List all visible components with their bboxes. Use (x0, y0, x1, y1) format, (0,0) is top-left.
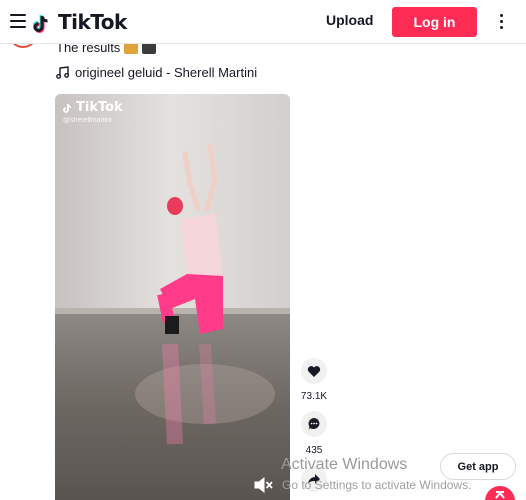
watermark-user: @sherellmartini (63, 117, 112, 124)
comment-count: 435 (305, 445, 323, 456)
like-count: 73.1K (300, 391, 328, 402)
menu-icon[interactable] (10, 14, 26, 28)
watermark-title: TikTok (76, 100, 123, 115)
activate-windows-subtitle: Go to Settings to activate Windows. (282, 478, 472, 492)
get-app-button[interactable]: Get app (440, 453, 516, 480)
tiktok-note-icon (33, 15, 48, 33)
scroll-to-top-button[interactable] (485, 486, 515, 500)
activate-windows-title: Activate Windows (281, 456, 408, 473)
sound-label: origineel geluid - Sherell Martini (75, 65, 258, 80)
upload-button[interactable]: Upload (326, 12, 373, 28)
like-button[interactable] (301, 358, 327, 384)
arrow-up-icon (495, 491, 505, 499)
heart-icon (307, 365, 321, 377)
video-player[interactable]: TikTok @sherellmartini (55, 94, 290, 500)
more-vertical-icon[interactable] (500, 14, 504, 30)
tiktok-logo[interactable]: TikTok (33, 10, 127, 34)
video-frame (55, 94, 290, 500)
logo-text: TikTok (58, 10, 127, 34)
login-button[interactable]: Log in (392, 7, 477, 37)
video-watermark: TikTok @sherellmartini (63, 100, 123, 124)
mute-icon[interactable] (253, 476, 273, 494)
comment-icon (308, 418, 320, 430)
top-bar: TikTok Upload Log in (0, 0, 526, 44)
sound-link[interactable]: origineel geluid - Sherell Martini (56, 65, 257, 80)
music-note-icon (56, 66, 69, 79)
tiktok-note-icon (63, 103, 72, 113)
comment-button[interactable] (301, 411, 327, 437)
